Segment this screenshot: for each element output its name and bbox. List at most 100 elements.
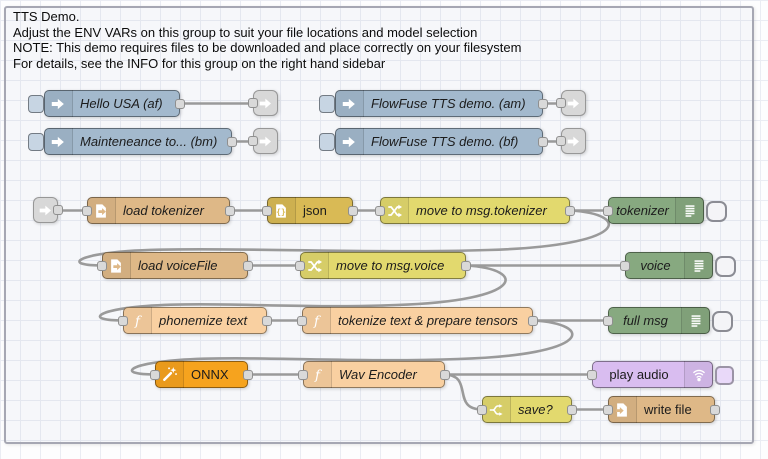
debug-full-msg[interactable]: full msg [608,307,710,334]
inject-maintenance[interactable]: Mainteneance to... (bm) [44,128,232,155]
node-label: Mainteneance to... (bm) [80,129,225,154]
input-port[interactable] [118,316,128,326]
link-arrow-icon [258,134,273,149]
onnx-model[interactable]: ONNX [155,361,248,388]
debug-toggle-button[interactable] [715,256,736,277]
input-port[interactable] [262,206,272,216]
function-phonemize[interactable]: f phonemize text [123,307,267,334]
note-line-2: Adjust the ENV VARs on this group to sui… [13,25,521,41]
note-line-3: NOTE: This demo requires files to be dow… [13,40,521,56]
output-port[interactable] [528,316,538,326]
inject-button[interactable] [319,95,335,113]
node-label: write file [644,397,708,422]
input-port[interactable] [603,405,613,415]
function-wav-encoder[interactable]: f Wav Encoder [303,361,445,388]
node-label: move to msg.tokenizer [416,198,563,223]
output-port[interactable] [175,99,185,109]
node-label: load tokenizer [123,198,223,223]
input-port[interactable] [295,261,305,271]
node-label: voice [631,253,680,278]
file-write[interactable]: write file [608,396,715,423]
node-label: tokenize text & prepare tensors [338,308,526,333]
link-arrow-icon [566,96,581,111]
inject-flowfuse-am[interactable]: FlowFuse TTS demo. (am) [335,90,543,117]
file-load-tokenizer[interactable]: load tokenizer [87,197,230,224]
debug-tokenizer[interactable]: tokenizer [608,197,704,224]
debug-toggle-button[interactable] [712,311,733,332]
link-out-3[interactable] [561,90,586,116]
input-port[interactable] [297,316,307,326]
note-line-1: TTS Demo. [13,9,521,25]
node-label: load voiceFile [138,253,241,278]
link-out-2[interactable] [253,128,278,154]
link-arrow-icon [566,134,581,149]
file-load-voicefile[interactable]: load voiceFile [102,252,248,279]
link-arrow-icon [38,203,53,218]
input-port[interactable] [603,316,613,326]
input-port[interactable] [477,405,487,415]
output-port[interactable] [348,206,358,216]
node-label: tokenizer [614,198,671,223]
input-port[interactable] [97,261,107,271]
input-port[interactable] [298,370,308,380]
output-port[interactable] [710,405,720,415]
output-port[interactable] [565,206,575,216]
output-port[interactable] [243,261,253,271]
input-port[interactable] [248,136,258,146]
input-port[interactable] [620,261,630,271]
svg-text:f: f [314,368,322,383]
output-port[interactable] [243,370,253,380]
json-parser[interactable]: {}json [267,197,353,224]
node-label: Hello USA (af) [80,91,173,116]
output-port[interactable] [567,405,577,415]
inject-button[interactable] [28,95,44,113]
inject-button[interactable] [28,133,44,151]
svg-text:{}: {} [276,207,286,216]
flow-canvas[interactable]: TTS Demo. Adjust the ENV VARs on this gr… [0,0,768,459]
input-port[interactable] [82,206,92,216]
output-port[interactable] [262,316,272,326]
output-port[interactable] [225,206,235,216]
node-label: ONNX [191,362,241,387]
input-port[interactable] [556,98,566,108]
inject-hello-usa[interactable]: Hello USA (af) [44,90,180,117]
play-audio-button[interactable] [715,366,734,385]
node-label: phonemize text [159,308,260,333]
node-label: Wav Encoder [339,362,438,387]
debug-list-icon [675,197,704,224]
inject-flowfuse-bf[interactable]: FlowFuse TTS demo. (bf) [335,128,543,155]
link-in-1[interactable] [33,197,58,223]
change-move-voice[interactable]: move to msg.voice [300,252,466,279]
output-port[interactable] [538,99,548,109]
change-move-tokenizer[interactable]: move to msg.tokenizer [380,197,570,224]
node-label: FlowFuse TTS demo. (am) [371,91,536,116]
node-label: full msg [614,308,677,333]
node-label: play audio [598,362,680,387]
link-arrow-icon [258,96,273,111]
link-out-4[interactable] [561,128,586,154]
play-audio[interactable]: play audio [592,361,713,388]
input-port[interactable] [587,370,597,380]
input-port[interactable] [375,206,385,216]
svg-text:f: f [134,314,142,329]
debug-toggle-button[interactable] [706,201,727,222]
output-port[interactable] [461,261,471,271]
output-port[interactable] [440,370,450,380]
link-out-1[interactable] [253,90,278,116]
output-port[interactable] [53,205,63,215]
input-port[interactable] [248,98,258,108]
input-port[interactable] [556,136,566,146]
output-port[interactable] [227,137,237,147]
switch-save[interactable]: save? [482,396,572,423]
output-port[interactable] [538,137,548,147]
node-label: save? [518,397,565,422]
input-port[interactable] [603,206,613,216]
function-tokenize[interactable]: ftokenize text & prepare tensors [302,307,533,334]
inject-arrow-icon [335,90,364,117]
debug-list-icon [681,307,710,334]
debug-list-icon [684,252,713,279]
inject-arrow-icon [44,90,73,117]
debug-voice[interactable]: voice [625,252,713,279]
inject-button[interactable] [319,133,335,151]
input-port[interactable] [150,370,160,380]
